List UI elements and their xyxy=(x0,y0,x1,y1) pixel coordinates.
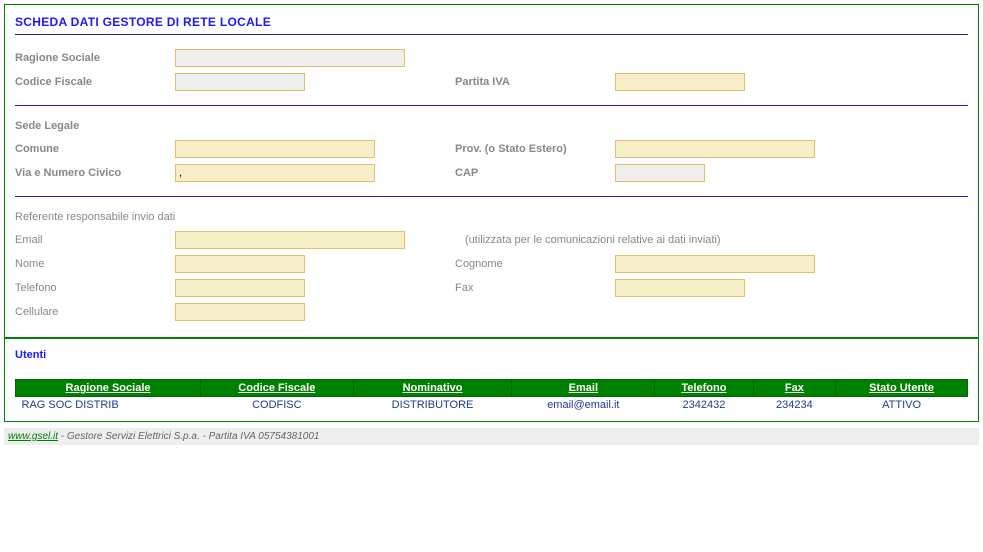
label-codice-fiscale: Codice Fiscale xyxy=(15,76,175,88)
footer-text: - Gestore Servizi Elettrici S.p.a. - Par… xyxy=(58,431,319,442)
users-table: Ragione SocialeCodice FiscaleNominativoE… xyxy=(15,379,968,413)
label-prov: Prov. (o Stato Estero) xyxy=(455,143,615,155)
telefono-input[interactable] xyxy=(175,279,305,297)
users-col-header[interactable]: Stato Utente xyxy=(836,380,968,397)
users-col-header[interactable]: Ragione Sociale xyxy=(16,380,201,397)
table-cell: 2342432 xyxy=(655,397,753,414)
label-cognome: Cognome xyxy=(455,258,615,270)
label-fax: Fax xyxy=(455,282,615,294)
label-cellulare: Cellulare xyxy=(15,306,175,318)
users-col-header[interactable]: Email xyxy=(512,380,655,397)
label-referente: Referente responsabile invio dati xyxy=(15,211,968,223)
divider xyxy=(15,196,968,197)
partita-iva-input[interactable] xyxy=(615,73,745,91)
nome-input[interactable] xyxy=(175,255,305,273)
comune-input[interactable] xyxy=(175,140,375,158)
divider xyxy=(15,34,968,35)
label-nome: Nome xyxy=(15,258,175,270)
via-input[interactable] xyxy=(175,164,375,182)
footer-link[interactable]: www.gsel.it xyxy=(8,431,58,442)
fax-input[interactable] xyxy=(615,279,745,297)
table-row[interactable]: RAG SOC DISTRIBCODFISCDISTRIBUTOREemail@… xyxy=(16,397,968,414)
label-telefono: Telefono xyxy=(15,282,175,294)
users-col-header[interactable]: Codice Fiscale xyxy=(201,380,354,397)
footer: www.gsel.it - Gestore Servizi Elettrici … xyxy=(4,428,979,445)
label-sede-legale: Sede Legale xyxy=(15,120,968,132)
cellulare-input[interactable] xyxy=(175,303,305,321)
page-title: SCHEDA DATI GESTORE DI RETE LOCALE xyxy=(15,7,968,31)
users-section: Utenti Ragione SocialeCodice FiscaleNomi… xyxy=(5,339,978,421)
users-title: Utenti xyxy=(15,349,968,361)
cap-input[interactable] xyxy=(615,164,705,182)
table-cell: ATTIVO xyxy=(836,397,968,414)
table-cell: 234234 xyxy=(753,397,836,414)
table-cell: RAG SOC DISTRIB xyxy=(16,397,201,414)
label-partita-iva: Partita IVA xyxy=(455,76,615,88)
outer-panel: SCHEDA DATI GESTORE DI RETE LOCALE Ragio… xyxy=(4,4,979,422)
users-col-header[interactable]: Telefono xyxy=(655,380,753,397)
label-cap: CAP xyxy=(455,167,615,179)
label-email: Email xyxy=(15,234,175,246)
table-cell: email@email.it xyxy=(512,397,655,414)
codice-fiscale-input[interactable] xyxy=(175,73,305,91)
label-via: Via e Numero Civico xyxy=(15,167,175,179)
table-cell: DISTRIBUTORE xyxy=(353,397,512,414)
divider xyxy=(15,105,968,106)
table-cell: CODFISC xyxy=(201,397,354,414)
cognome-input[interactable] xyxy=(615,255,815,273)
label-comune: Comune xyxy=(15,143,175,155)
label-ragione-sociale: Ragione Sociale xyxy=(15,52,175,64)
users-col-header[interactable]: Fax xyxy=(753,380,836,397)
ragione-sociale-input[interactable] xyxy=(175,49,405,67)
prov-input[interactable] xyxy=(615,140,815,158)
form-section: SCHEDA DATI GESTORE DI RETE LOCALE Ragio… xyxy=(5,5,978,339)
email-note: (utilizzata per le comunicazioni relativ… xyxy=(455,234,721,246)
users-col-header[interactable]: Nominativo xyxy=(353,380,512,397)
email-input[interactable] xyxy=(175,231,405,249)
